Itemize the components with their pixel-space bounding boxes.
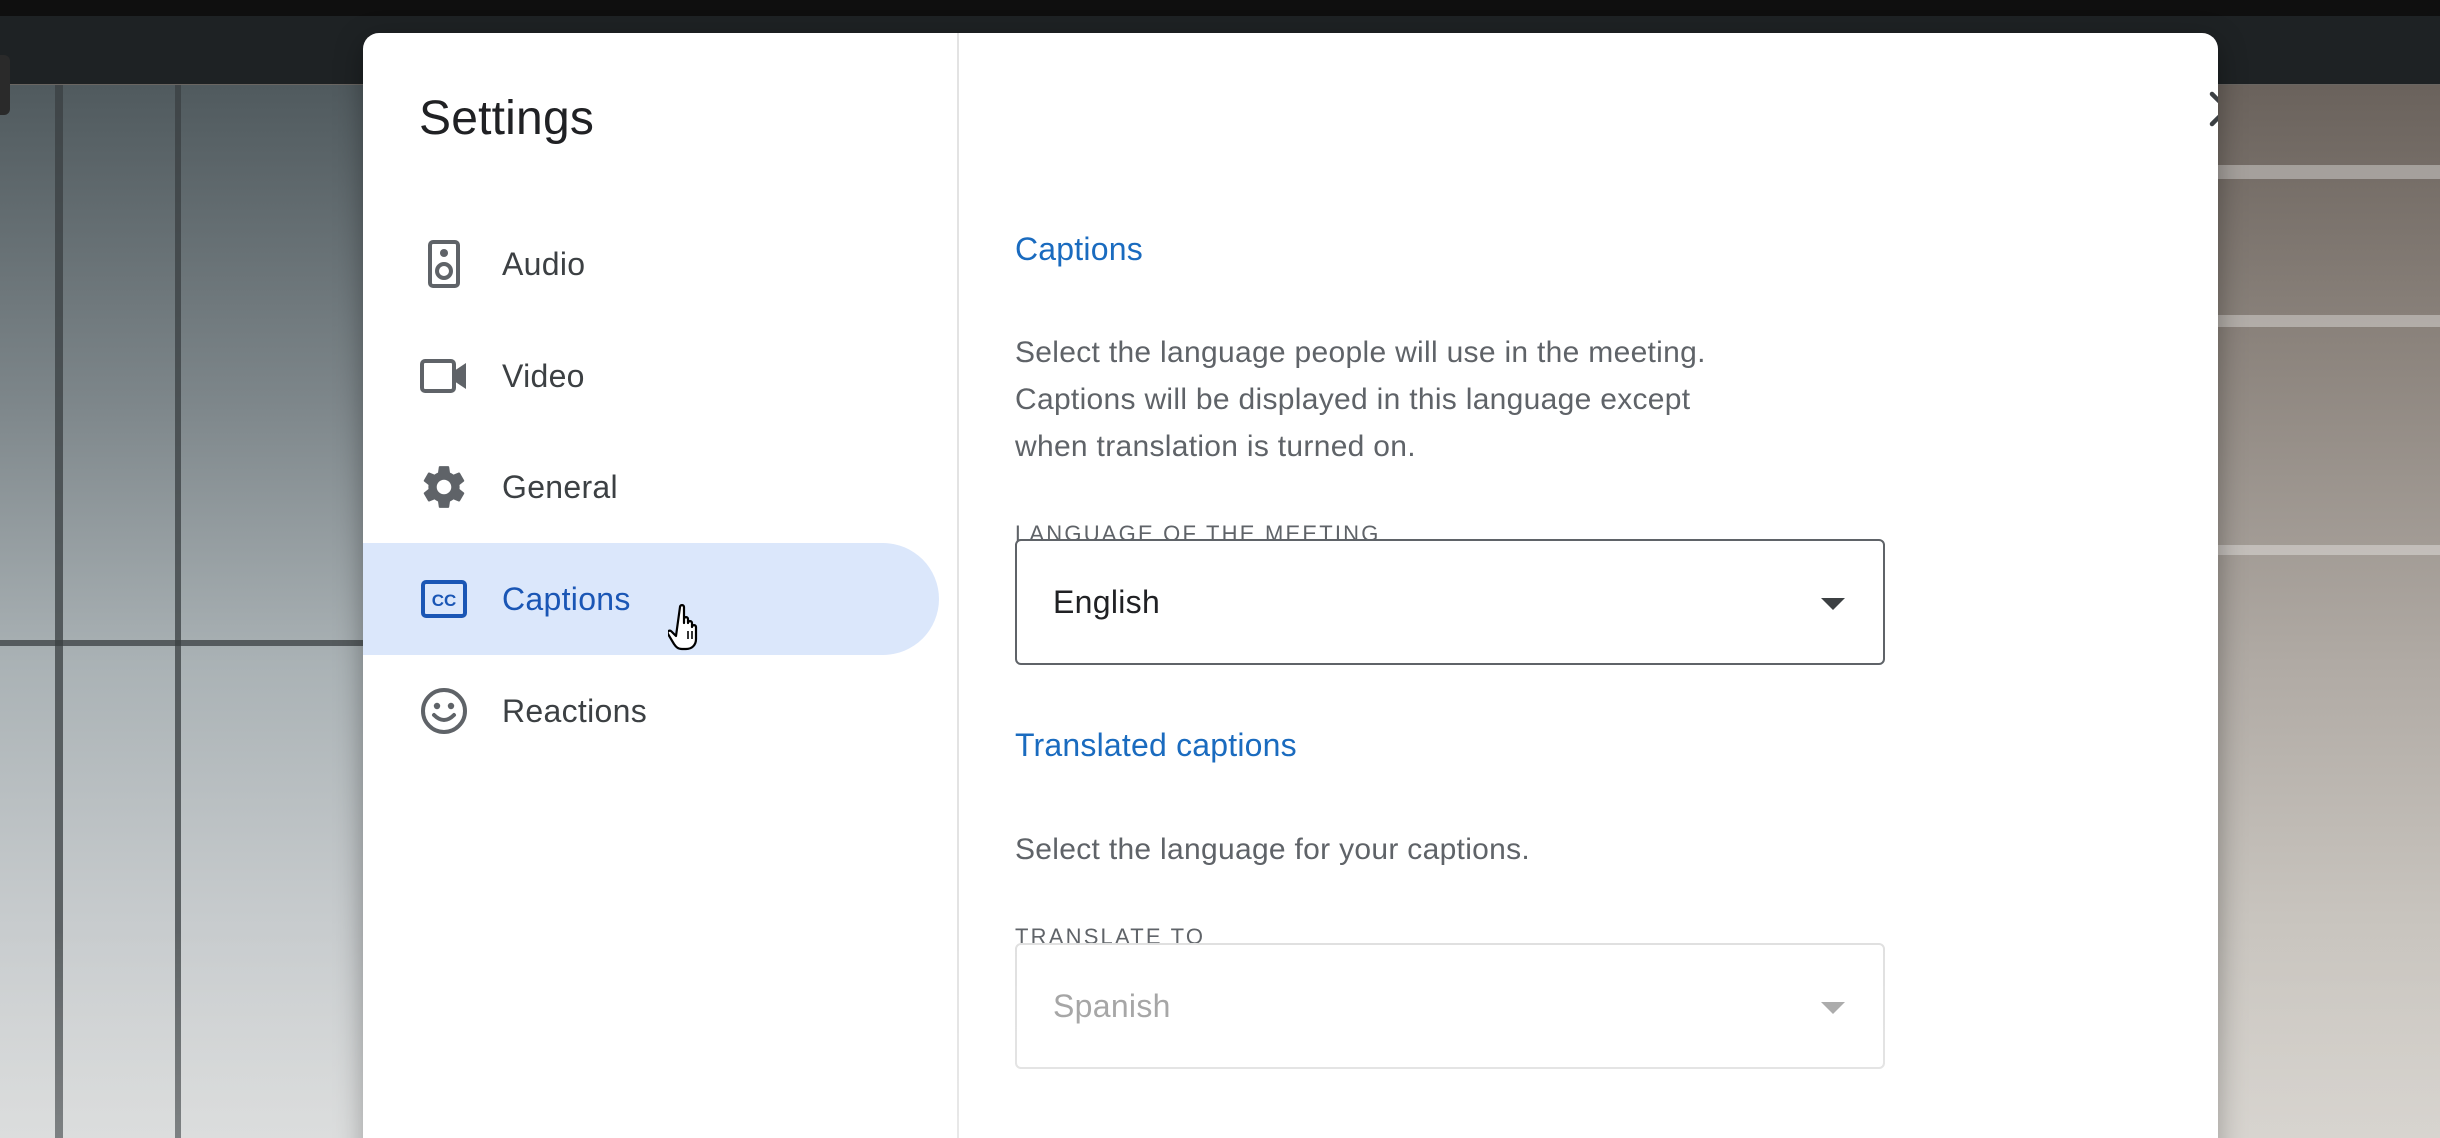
sidebar-item-label: Captions bbox=[502, 580, 631, 617]
settings-dialog: Settings Audio Video General CC Captions… bbox=[363, 33, 2218, 1138]
background-beam bbox=[2210, 315, 2440, 327]
sidebar-item-label: Video bbox=[502, 357, 585, 394]
background-beam bbox=[2210, 545, 2440, 555]
left-edge-tab bbox=[0, 55, 10, 115]
background-window-frame bbox=[175, 85, 181, 1138]
smiley-icon bbox=[419, 686, 469, 736]
select-value: English bbox=[1053, 584, 1161, 620]
background-beam bbox=[2210, 165, 2440, 179]
dropdown-arrow-icon bbox=[1821, 598, 1845, 610]
close-icon bbox=[2209, 91, 2218, 132]
top-edge bbox=[0, 0, 2440, 16]
gear-icon bbox=[419, 462, 469, 512]
translated-captions-title: Translated captions bbox=[1015, 727, 1297, 763]
close-button[interactable] bbox=[2199, 83, 2218, 139]
settings-sidebar: Settings Audio Video General CC Captions… bbox=[363, 33, 959, 1138]
sidebar-item-label: General bbox=[502, 468, 618, 505]
sidebar-item-label: Reactions bbox=[502, 692, 647, 729]
sidebar-item-captions[interactable]: CC Captions bbox=[363, 543, 939, 655]
svg-text:CC: CC bbox=[432, 591, 457, 610]
sidebar-item-label: Audio bbox=[502, 245, 586, 282]
settings-content: Captions Select the language people will… bbox=[959, 33, 2218, 1138]
background-ceiling bbox=[2210, 85, 2440, 1138]
captions-description: Select the language people will use in t… bbox=[1015, 336, 1706, 463]
speaker-icon bbox=[419, 239, 469, 289]
screen: Settings Audio Video General CC Captions… bbox=[0, 0, 2440, 1138]
video-camera-icon bbox=[419, 351, 469, 401]
hand-cursor-icon bbox=[666, 603, 708, 651]
sidebar-item-reactions[interactable]: Reactions bbox=[363, 655, 939, 767]
sidebar-item-general[interactable]: General bbox=[363, 431, 939, 543]
sidebar-item-video[interactable]: Video bbox=[363, 320, 939, 432]
background-window-frame bbox=[55, 85, 63, 1138]
select-value: Spanish bbox=[1053, 988, 1171, 1024]
dropdown-arrow-icon bbox=[1821, 1002, 1845, 1014]
captions-section-title: Captions bbox=[1015, 231, 1143, 267]
closed-captions-icon: CC bbox=[419, 574, 469, 624]
dialog-title: Settings bbox=[419, 92, 595, 145]
translate-to-select[interactable]: Spanish bbox=[1015, 943, 1885, 1069]
meeting-language-select[interactable]: English bbox=[1015, 539, 1885, 665]
translated-captions-description: Select the language for your captions. bbox=[1015, 833, 1531, 866]
background-window-frame bbox=[0, 640, 370, 646]
sidebar-item-audio[interactable]: Audio bbox=[363, 208, 939, 320]
